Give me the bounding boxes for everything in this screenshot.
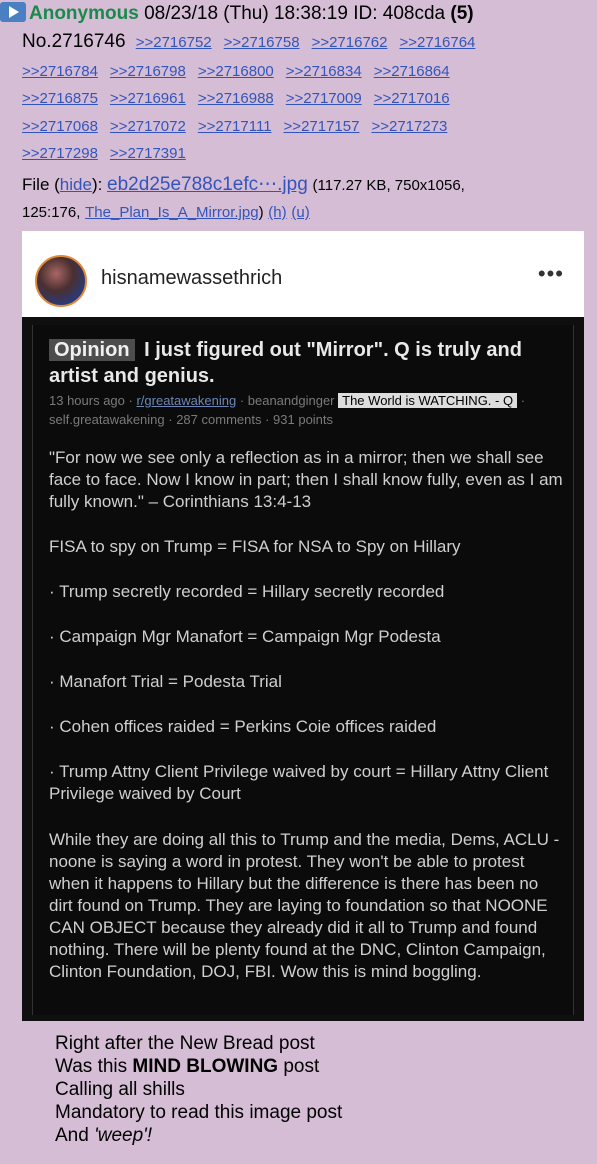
reply-link[interactable]: >>2717111 <box>198 113 272 140</box>
file-info: File (hide): eb2d25e788c1efc⋯.jpg (117.2… <box>22 174 465 221</box>
reply-link[interactable]: >>2716762 <box>312 31 388 55</box>
more-options-icon: ••• <box>537 261 564 286</box>
post-datetime: 08/23/18 (Thu) 18:38:19 <box>144 3 348 24</box>
comment-line: Calling all shills <box>55 1079 185 1100</box>
file-label: File <box>22 175 50 194</box>
hide-file-link[interactable]: hide <box>60 175 92 194</box>
reply-link[interactable]: >>2717068 <box>22 113 98 140</box>
comment-line: Right after the New Bread post <box>55 1033 315 1054</box>
reply-link[interactable]: >>2716864 <box>374 58 450 85</box>
instagram-header: hisnamewassethrich ••• <box>22 231 584 317</box>
reddit-post-title: Opinion I just figured out "Mirror". Q i… <box>49 337 559 389</box>
reply-link[interactable]: >>2716834 <box>286 58 362 85</box>
comment-line: And 'weep'! <box>55 1124 342 1147</box>
reply-link[interactable]: >>2716988 <box>198 85 274 112</box>
body-paragraph: · Campaign Mgr Manafort = Campaign Mgr P… <box>49 627 441 646</box>
body-paragraph: · Trump secretly recorded = Hillary secr… <box>49 582 445 601</box>
reply-link[interactable]: >>2716798 <box>110 58 186 85</box>
file-size-info: (117.27 KB, 750x1056, <box>312 177 465 194</box>
reply-link[interactable]: >>2716961 <box>110 85 186 112</box>
body-paragraph: · Trump Attny Client Privilege waived by… <box>49 762 549 803</box>
reddit-post: Opinion I just figured out "Mirror". Q i… <box>32 325 574 1015</box>
post-number[interactable]: No.2716746 <box>22 31 126 52</box>
meta-domain: self.greatawakening <box>49 412 165 427</box>
poster-id[interactable]: ID: 408cda <box>353 3 445 24</box>
body-paragraph: · Manafort Trial = Podesta Trial <box>49 672 282 691</box>
reply-link[interactable]: >>2717273 <box>371 113 447 140</box>
reply-link[interactable]: >>2716784 <box>22 58 98 85</box>
reddit-post-meta: 13 hours ago · r/greatawakening · beanan… <box>49 393 526 427</box>
file-ratio: 125:176, <box>22 204 81 221</box>
reply-link[interactable]: >>2716764 <box>399 31 475 55</box>
avatar <box>35 255 87 307</box>
reply-link[interactable]: >>2716758 <box>224 31 300 55</box>
u-link[interactable]: (u) <box>291 204 309 221</box>
reply-links-grid: >>2716784 >>2716798 >>2716800 >>2716834 >>27… <box>22 58 582 167</box>
reply-link[interactable]: >>2717016 <box>374 85 450 112</box>
meta-time: 13 hours ago <box>49 393 125 408</box>
reply-link[interactable]: >>2716800 <box>198 58 274 85</box>
reply-link[interactable]: >>2717009 <box>286 85 362 112</box>
meta-points: 931 points <box>273 412 334 427</box>
comment-italic-text: 'weep'! <box>94 1125 153 1146</box>
reply-link[interactable]: >>2716752 <box>136 31 212 55</box>
body-paragraph: FISA to spy on Trump = FISA for NSA to S… <box>49 537 461 556</box>
post-comment: Right after the New Bread post Was this … <box>55 1032 342 1147</box>
reply-links: No.2716746 >>2716752 >>2716758 >>2716762 >>… <box>22 30 582 55</box>
body-paragraph: While they are doing all this to Trump a… <box>49 830 560 981</box>
comment-text: post <box>283 1056 320 1077</box>
reply-link[interactable]: >>2717157 <box>284 113 360 140</box>
opinion-badge: Opinion <box>49 339 135 361</box>
original-filename-link[interactable]: The_Plan_Is_A_Mirror.jpg <box>85 204 258 221</box>
body-paragraph: "For now we see only a reflection as in … <box>49 448 563 511</box>
comment-text: Was this <box>55 1056 128 1077</box>
meta-comments: 287 comments <box>176 412 262 427</box>
reply-link[interactable]: >>2717298 <box>22 140 98 167</box>
user-flair: The World is WATCHING. - Q <box>338 393 518 408</box>
h-link[interactable]: (h) <box>268 204 286 221</box>
poster-name: Anonymous <box>29 3 139 24</box>
body-paragraph: · Cohen offices raided = Perkins Coie of… <box>49 717 437 736</box>
reddit-screenshot: Opinion I just figured out "Mirror". Q i… <box>22 317 584 1021</box>
comment-bold-text: MIND BLOWING <box>132 1056 279 1077</box>
post-menu-arrow-icon[interactable] <box>0 2 26 22</box>
comment-line: Mandatory to read this image post <box>55 1102 343 1123</box>
reply-link[interactable]: >>2716875 <box>22 85 98 112</box>
poster-id-count: (5) <box>450 3 474 24</box>
meta-user: beanandginger <box>247 393 335 408</box>
reply-link[interactable]: >>2717391 <box>110 140 186 167</box>
meta-subreddit: r/greatawakening <box>136 393 237 408</box>
comment-text: And <box>55 1125 89 1146</box>
comment-line: Was this MIND BLOWING post <box>55 1055 342 1078</box>
reply-link[interactable]: >>2717072 <box>110 113 186 140</box>
post-header: Anonymous 08/23/18 (Thu) 18:38:19 ID: 40… <box>0 2 597 26</box>
file-name-link[interactable]: eb2d25e788c1efc⋯.jpg <box>107 174 308 195</box>
instagram-username: hisnamewassethrich <box>101 267 283 289</box>
post-image[interactable]: hisnamewassethrich ••• Opinion I just fi… <box>22 231 584 1021</box>
